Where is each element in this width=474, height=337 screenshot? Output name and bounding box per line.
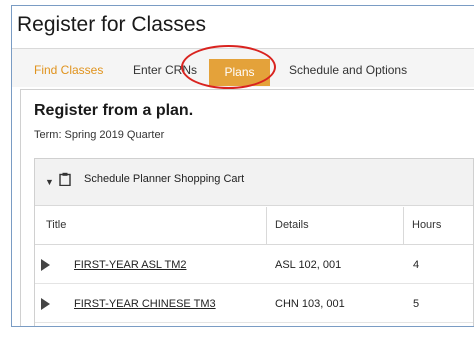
- column-divider: [266, 207, 267, 244]
- page-title: Register for Classes: [17, 13, 207, 36]
- collapse-caret-icon[interactable]: ▼: [45, 177, 54, 187]
- plans-highlight-circle: [181, 45, 276, 89]
- expand-arrow-icon[interactable]: [41, 298, 50, 310]
- course-title-link[interactable]: FIRST-YEAR CHINESE TM3: [74, 298, 216, 310]
- course-hours: 5: [413, 298, 420, 310]
- plan-content: Register from a plan. Term: Spring 2019 …: [20, 89, 474, 326]
- cart-header[interactable]: ▼ Schedule Planner Shopping Cart: [35, 159, 473, 206]
- shopping-cart-panel: ▼ Schedule Planner Shopping Cart Title D…: [34, 158, 474, 326]
- column-divider: [403, 207, 404, 244]
- table-row: FIRST-YEAR ASL TM2 ASL 102, 001 4: [35, 246, 473, 284]
- column-header-details[interactable]: Details: [275, 219, 309, 231]
- tab-schedule-and-options[interactable]: Schedule and Options: [289, 63, 407, 77]
- term-label: Term: Spring 2019 Quarter: [34, 129, 165, 141]
- cart-title: Schedule Planner Shopping Cart: [84, 173, 245, 185]
- column-header-title[interactable]: Title: [46, 219, 66, 231]
- course-title-link[interactable]: FIRST-YEAR ASL TM2: [74, 259, 186, 271]
- expand-arrow-icon[interactable]: [41, 259, 50, 271]
- course-details: ASL 102, 001: [275, 259, 342, 271]
- clipboard-icon: [59, 172, 71, 186]
- course-hours: 4: [413, 259, 420, 271]
- table-row: FIRST-YEAR CHINESE TM3 CHN 103, 001 5: [35, 285, 473, 323]
- table-header-row: Title Details Hours: [35, 207, 473, 245]
- course-details: CHN 103, 001: [275, 298, 345, 310]
- column-header-hours[interactable]: Hours: [412, 219, 441, 231]
- tab-find-classes[interactable]: Find Classes: [34, 63, 103, 77]
- section-title: Register from a plan.: [34, 102, 194, 119]
